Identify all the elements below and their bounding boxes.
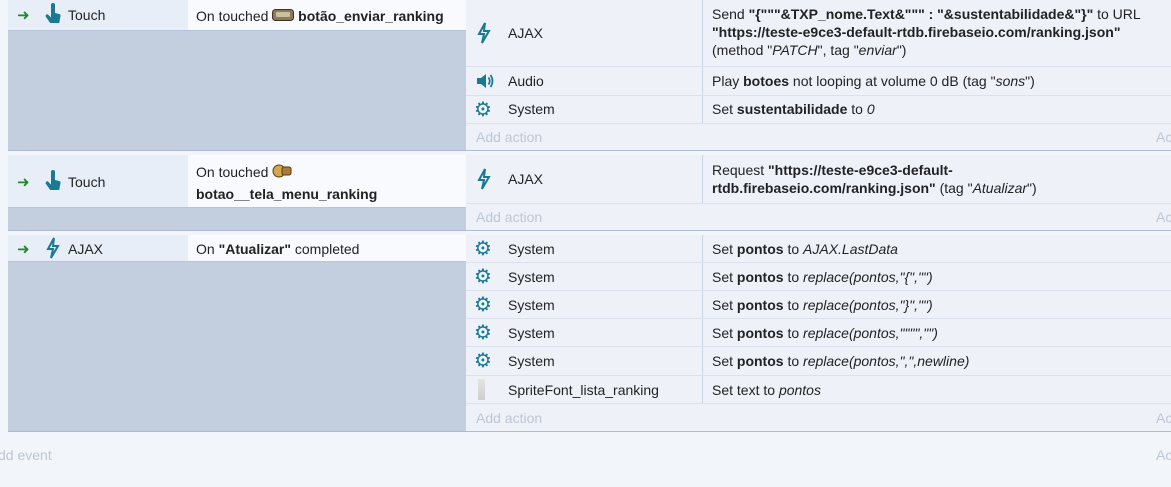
condition-text[interactable]: On touched botão_enviar_ranking	[188, 0, 466, 30]
add-action-right[interactable]: Ac	[1156, 410, 1171, 426]
action-text[interactable]: Request "https://teste-e9ce3-default- rt…	[703, 155, 1171, 203]
action-object[interactable]: ⚙ System	[466, 96, 703, 123]
action-object[interactable]: ⚙ System	[466, 263, 703, 290]
action-object-name: System	[508, 101, 555, 117]
condition-target: "Atualizar"	[218, 241, 291, 257]
button-sprite-icon	[272, 164, 292, 178]
event-arrow-icon: ➜	[17, 174, 30, 191]
condition-object[interactable]: ➜ AJAX	[8, 235, 188, 261]
action-text[interactable]: Set pontos to AJAX.LastData	[703, 235, 1171, 262]
action-object[interactable]: ⚙ System	[466, 235, 703, 262]
gear-icon: ⚙	[474, 99, 492, 121]
action-object-name: AJAX	[508, 171, 544, 187]
touch-icon	[45, 170, 61, 190]
action-row-system[interactable]: ⚙ System Set pontos to replace(pontos,"{…	[466, 263, 1171, 291]
button-sprite-icon	[272, 9, 295, 21]
gear-icon: ⚙	[474, 350, 492, 372]
condition-object[interactable]: ➜ Touch	[8, 0, 188, 30]
action-row-spritefont[interactable]: SpriteFont_lista_ranking Set text to pon…	[466, 376, 1171, 404]
action-object[interactable]: ⚙ System	[466, 291, 703, 318]
add-action-right[interactable]: Ac	[1156, 129, 1171, 145]
action-object-name: System	[508, 353, 555, 369]
condition-prefix: On touched	[196, 8, 269, 24]
ajax-url: "https://teste-e9ce3-default-rtdb.fireba…	[712, 24, 1121, 40]
action-row-system[interactable]: ⚙ System Set pontos to replace(pontos,""…	[466, 319, 1171, 347]
action-object-name: AJAX	[508, 25, 544, 41]
event-block-1[interactable]: ➜ Touch On touched botão_enviar_ranking	[8, 0, 1171, 151]
action-text[interactable]: Set pontos to replace(pontos,"{","")	[703, 263, 1171, 290]
actions-area: AJAX Request "https://teste-e9ce3-defaul…	[466, 155, 1171, 230]
action-row-system[interactable]: ⚙ System Set sustentabilidade to 0	[466, 96, 1171, 124]
gear-icon: ⚙	[474, 238, 492, 260]
condition-target: botão_enviar_ranking	[298, 8, 444, 24]
action-object-name: System	[508, 325, 555, 341]
condition-prefix: On touched	[196, 164, 269, 180]
gear-icon: ⚙	[474, 266, 492, 288]
condition-object-name: Touch	[68, 174, 106, 190]
ajax-icon	[46, 237, 60, 259]
event-arrow-icon: ➜	[17, 241, 30, 258]
action-object[interactable]: AJAX	[466, 155, 703, 203]
spritefont-icon	[478, 379, 485, 400]
ajax-method: PATCH	[772, 42, 818, 58]
event-block-2[interactable]: ➜ Touch On touched botao__tela_menu_rank…	[8, 155, 1171, 231]
action-object[interactable]: SpriteFont_lista_ranking	[466, 376, 703, 403]
condition-text[interactable]: On touched botao__tela_menu_ranking	[188, 155, 466, 207]
action-text[interactable]: Play botoes not looping at volume 0 dB (…	[703, 67, 1171, 95]
action-object[interactable]: ⚙ System	[466, 347, 703, 375]
action-row-system[interactable]: ⚙ System Set pontos to replace(pontos,"}…	[466, 291, 1171, 319]
action-text[interactable]: Send "{"""&TXP_nome.Text&""" : "&sustent…	[703, 0, 1171, 66]
action-object-name: System	[508, 297, 555, 313]
action-text[interactable]: Set sustentabilidade to 0	[703, 96, 1171, 123]
condition-row[interactable]: ➜ Touch On touched botao__tela_menu_rank…	[8, 155, 466, 208]
action-object-name: System	[508, 269, 555, 285]
action-row-ajax[interactable]: AJAX Send "{"""&TXP_nome.Text&""" : "&su…	[466, 0, 1171, 67]
action-row-audio[interactable]: Audio Play botoes not looping at volume …	[466, 67, 1171, 96]
condition-object-name: Touch	[68, 7, 106, 23]
condition-object-name: AJAX	[68, 241, 104, 257]
touch-icon	[45, 3, 61, 23]
action-object[interactable]: Audio	[466, 67, 703, 95]
action-row-system[interactable]: ⚙ System Set pontos to AJAX.LastData	[466, 235, 1171, 263]
event-arrow-icon: ➜	[17, 7, 30, 24]
add-event-right[interactable]: Ac	[1156, 447, 1171, 463]
condition-row[interactable]: ➜ Touch On touched botão_enviar_ranking	[8, 0, 466, 31]
ajax-data: "{"""&TXP_nome.Text&""" : "&sustentabili…	[748, 6, 1094, 22]
condition-text[interactable]: On "Atualizar" completed	[188, 235, 466, 261]
actions-area: AJAX Send "{"""&TXP_nome.Text&""" : "&su…	[466, 0, 1171, 150]
gear-icon: ⚙	[474, 294, 492, 316]
add-action-right[interactable]: Ac	[1156, 209, 1171, 225]
action-object-name: System	[508, 241, 555, 257]
condition-object[interactable]: ➜ Touch	[8, 155, 188, 207]
add-action-link[interactable]: Add action	[476, 129, 542, 145]
condition-row[interactable]: ➜ AJAX On "Atualizar" completed	[8, 235, 466, 262]
action-text[interactable]: Set text to pontos	[703, 376, 1171, 403]
condition-prefix: On	[196, 241, 219, 257]
speaker-icon	[477, 74, 494, 88]
action-row-ajax[interactable]: AJAX Request "https://teste-e9ce3-defaul…	[466, 155, 1171, 204]
ajax-icon	[477, 22, 491, 44]
actions-area: ⚙ System Set pontos to AJAX.LastData ⚙ S…	[466, 235, 1171, 431]
action-text[interactable]: Set pontos to replace(pontos,"}","")	[703, 291, 1171, 318]
gear-icon: ⚙	[474, 322, 492, 344]
add-action-link[interactable]: Add action	[476, 209, 542, 225]
action-object-name: Audio	[508, 73, 544, 89]
ajax-icon	[477, 168, 491, 190]
action-text[interactable]: Set pontos to replace(pontos,",",newline…	[703, 347, 1171, 375]
event-block-3[interactable]: ➜ AJAX On "Atualizar" completed ⚙ System…	[8, 235, 1171, 432]
action-row-system[interactable]: ⚙ System Set pontos to replace(pontos,",…	[466, 347, 1171, 376]
action-object[interactable]: AJAX	[466, 0, 703, 66]
ajax-tag: enviar	[858, 42, 897, 58]
action-text[interactable]: Set pontos to replace(pontos,"""","")	[703, 319, 1171, 346]
add-action-link[interactable]: Add action	[476, 410, 542, 426]
action-object-name: SpriteFont_lista_ranking	[508, 382, 659, 398]
condition-target: botao__tela_menu_ranking	[196, 186, 378, 202]
action-object[interactable]: ⚙ System	[466, 319, 703, 346]
add-event-link[interactable]: dd event	[0, 447, 52, 463]
